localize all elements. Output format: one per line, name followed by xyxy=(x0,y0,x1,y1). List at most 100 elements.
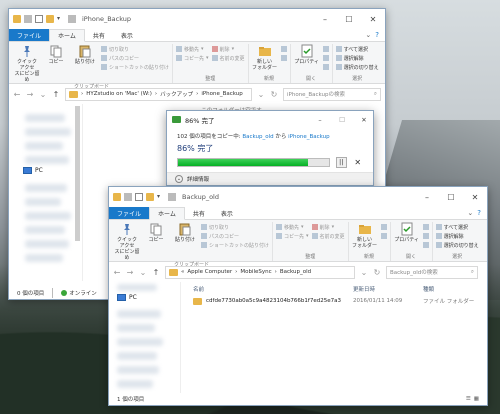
copy-path-button[interactable]: パスのコピー xyxy=(201,232,269,240)
search-input[interactable]: iPhone_Backupの検索 ⌕ xyxy=(283,87,381,101)
column-date[interactable]: 更新日時 xyxy=(353,285,423,293)
tab-share[interactable]: 共有 xyxy=(85,29,113,41)
close-button[interactable]: ✕ xyxy=(355,116,373,124)
details-toggle[interactable]: ⌄ 詳細情報 xyxy=(167,172,373,185)
close-button[interactable]: ✕ xyxy=(361,15,385,24)
invert-selection-button[interactable]: 選択の切り替え xyxy=(435,241,479,249)
address-bar[interactable]: «Apple Computer › MobileSync › Backup_old xyxy=(165,265,355,279)
refresh-icon[interactable]: ↻ xyxy=(373,268,381,277)
cut-button[interactable]: 切り取り xyxy=(201,223,269,231)
back-arrow-icon[interactable]: ← xyxy=(113,268,121,277)
source-link[interactable]: Backup_old xyxy=(242,134,273,140)
chevron-down-icon[interactable]: ⌄ xyxy=(360,268,368,277)
new-folder-button[interactable]: 新しい フォルダー xyxy=(352,222,378,253)
move-to-button[interactable]: 移動先 ▾ xyxy=(176,45,209,53)
up-arrow-icon[interactable]: ↑ xyxy=(52,90,60,99)
properties-icon[interactable] xyxy=(35,15,43,23)
copy-button[interactable]: コピー xyxy=(43,44,69,83)
history-icon[interactable] xyxy=(322,63,329,71)
file-list-area[interactable]: 名前 更新日時 種類 cdfde7730ab0a5c9a4823104b766b… xyxy=(181,282,487,394)
history-icon[interactable] xyxy=(422,241,429,249)
new-item-icon[interactable] xyxy=(280,45,287,53)
properties-icon[interactable] xyxy=(135,193,143,201)
back-arrow-icon[interactable]: ← xyxy=(13,90,21,99)
new-folder-icon[interactable] xyxy=(46,15,54,23)
tab-view[interactable]: 表示 xyxy=(213,207,241,219)
tab-share[interactable]: 共有 xyxy=(185,207,213,219)
maximize-button[interactable]: ☐ xyxy=(337,15,361,24)
select-none-button[interactable]: 選択解除 xyxy=(335,54,379,62)
chevron-down-icon[interactable]: ⌄ xyxy=(257,90,265,99)
pause-button[interactable]: || xyxy=(335,157,347,168)
up-arrow-icon[interactable]: ↑ xyxy=(152,268,160,277)
edit-icon[interactable] xyxy=(322,54,329,62)
help-icon[interactable]: ? xyxy=(477,209,481,217)
chevron-down-icon[interactable]: ⌄ xyxy=(467,209,473,217)
breadcrumb-drive[interactable]: HYZstudio on 'Mac' (W:) xyxy=(86,91,152,97)
details-view-icon[interactable]: ☰ xyxy=(466,396,471,402)
chevron-down-icon[interactable]: ⌄ xyxy=(39,90,47,99)
breadcrumb-mobilesync[interactable]: MobileSync xyxy=(240,269,271,275)
pin-quick-access-button[interactable]: クイック アクセ スにピン留め xyxy=(14,44,40,83)
cancel-button[interactable]: ✕ xyxy=(353,158,364,167)
forward-arrow-icon[interactable]: → xyxy=(26,90,34,99)
scrollbar[interactable] xyxy=(75,106,80,241)
large-icons-view-icon[interactable]: ▦ xyxy=(474,396,479,402)
paste-shortcut-button[interactable]: ショートカットの貼り付け xyxy=(101,63,169,71)
chevron-down-icon[interactable]: ⌄ xyxy=(365,31,371,39)
easy-access-icon[interactable] xyxy=(280,54,287,62)
minimize-button[interactable]: – xyxy=(415,193,439,202)
list-item[interactable]: cdfde7730ab0a5c9a4823104b766b1f7ed25e7a3… xyxy=(181,295,487,307)
copy-path-button[interactable]: パスのコピー xyxy=(101,54,169,62)
move-to-button[interactable]: 移動先 ▾ xyxy=(276,223,309,231)
breadcrumb-apple-computer[interactable]: Apple Computer xyxy=(187,269,232,275)
new-item-icon[interactable] xyxy=(380,223,387,231)
chevron-down-icon[interactable]: ⌄ xyxy=(139,268,147,277)
copy-to-button[interactable]: コピー先 ▾ xyxy=(176,54,209,62)
search-input[interactable]: Backup_oldの検索 ⌕ xyxy=(386,265,478,279)
select-none-button[interactable]: 選択解除 xyxy=(435,232,479,240)
copy-button[interactable]: コピー xyxy=(143,222,169,261)
minimize-button[interactable]: – xyxy=(311,116,329,124)
tab-home[interactable]: ホーム xyxy=(49,29,85,42)
delete-button[interactable]: 削除 ▾ xyxy=(311,223,345,231)
paste-button[interactable]: 貼り付け xyxy=(72,44,98,83)
close-button[interactable]: ✕ xyxy=(463,193,487,202)
select-all-button[interactable]: すべて選択 xyxy=(335,45,379,53)
tab-home[interactable]: ホーム xyxy=(149,207,185,220)
chevron-down-icon[interactable]: ▾ xyxy=(57,15,65,23)
chevron-down-icon[interactable]: ▾ xyxy=(157,193,165,201)
edit-icon[interactable] xyxy=(422,232,429,240)
breadcrumb-backup-old[interactable]: Backup_old xyxy=(280,269,311,275)
properties-button[interactable]: プロパティ xyxy=(294,44,320,75)
cut-button[interactable]: 切り取り xyxy=(101,45,169,53)
invert-selection-button[interactable]: 選択の切り替え xyxy=(335,63,379,71)
new-folder-button[interactable]: 新しい フォルダー xyxy=(252,44,278,75)
column-name[interactable]: 名前 xyxy=(193,285,353,293)
nav-item-pc[interactable]: PC xyxy=(23,167,43,174)
forward-arrow-icon[interactable]: → xyxy=(126,268,134,277)
rename-button[interactable]: 名前の変更 xyxy=(211,54,245,62)
column-type[interactable]: 種類 xyxy=(423,285,434,293)
rename-button[interactable]: 名前の変更 xyxy=(311,232,345,240)
maximize-button[interactable]: ☐ xyxy=(439,193,463,202)
select-all-button[interactable]: すべて選択 xyxy=(435,223,479,231)
refresh-icon[interactable]: ↻ xyxy=(270,90,278,99)
open-icon[interactable] xyxy=(422,223,429,231)
address-bar[interactable]: › HYZstudio on 'Mac' (W:) › バックアップ › iPhone… xyxy=(65,87,252,101)
minimize-button[interactable]: – xyxy=(313,15,337,24)
properties-button[interactable]: プロパティ xyxy=(394,222,420,253)
pin-quick-access-button[interactable]: クイック アクセ スにピン留め xyxy=(114,222,140,261)
help-icon[interactable]: ? xyxy=(375,31,379,39)
tab-view[interactable]: 表示 xyxy=(113,29,141,41)
tab-file[interactable]: ファイル xyxy=(9,29,50,41)
maximize-button[interactable]: ☐ xyxy=(333,116,351,124)
delete-button[interactable]: 削除 ▾ xyxy=(211,45,245,53)
breadcrumb-backup[interactable]: バックアップ xyxy=(160,90,193,98)
tab-file[interactable]: ファイル xyxy=(109,207,150,219)
destination-link[interactable]: iPhone_Backup xyxy=(288,134,329,140)
paste-shortcut-button[interactable]: ショートカットの貼り付け xyxy=(201,241,269,249)
copy-to-button[interactable]: コピー先 ▾ xyxy=(276,232,309,240)
open-icon[interactable] xyxy=(322,45,329,53)
paste-button[interactable]: 貼り付け xyxy=(172,222,198,261)
